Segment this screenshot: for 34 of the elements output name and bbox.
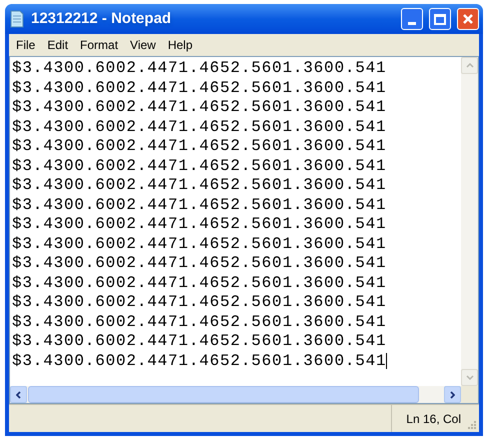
close-button[interactable] [457, 8, 479, 30]
minimize-icon [408, 22, 416, 25]
menu-item[interactable]: File [10, 36, 42, 54]
text-line: $3.4300.6002.4471.4652.5601.3600.541 [12, 293, 386, 312]
text-line: $3.4300.6002.4471.4652.5601.3600.541 [12, 59, 386, 78]
scroll-right-button[interactable] [444, 386, 461, 403]
close-icon [462, 13, 474, 25]
text-line: $3.4300.6002.4471.4652.5601.3600.541 [12, 137, 386, 156]
text-line: $3.4300.6002.4471.4652.5601.3600.541 [12, 332, 386, 352]
minimize-button[interactable] [401, 8, 423, 30]
text-line: $3.4300.6002.4471.4652.5601.3600.541 [12, 274, 386, 293]
text-cursor [386, 353, 388, 370]
text-line: $3.4300.6002.4471.4652.5601.3600.541 [12, 78, 386, 98]
scroll-left-button[interactable] [10, 386, 27, 403]
notepad-icon [9, 10, 25, 28]
text-line: $3.4300.6002.4471.4652.5601.3600.541 [12, 156, 386, 176]
text-line: $3.4300.6002.4471.4652.5601.3600.541 [12, 215, 386, 234]
text-line: $3.4300.6002.4471.4652.5601.3600.541 [12, 176, 386, 196]
menu-item[interactable]: Edit [41, 36, 74, 54]
text-line: $3.4300.6002.4471.4652.5601.3600.541 [12, 118, 386, 137]
text-line: $3.4300.6002.4471.4652.5601.3600.541 [12, 352, 386, 371]
cursor-position: Ln 16, Col [391, 405, 467, 432]
text-line: $3.4300.6002.4471.4652.5601.3600.541 [12, 312, 386, 332]
window-title: 12312212 - Notepad [31, 8, 172, 29]
text-line: $3.4300.6002.4471.4652.5601.3600.541 [12, 234, 386, 254]
menu-item[interactable]: Format [74, 36, 124, 54]
text-line: $3.4300.6002.4471.4652.5601.3600.541 [12, 254, 386, 274]
maximize-button[interactable] [429, 8, 451, 30]
text-line: $3.4300.6002.4471.4652.5601.3600.541 [12, 196, 386, 215]
menu-item[interactable]: View [124, 36, 162, 54]
menu-item[interactable]: Help [162, 36, 199, 54]
text-line: $3.4300.6002.4471.4652.5601.3600.541 [12, 98, 386, 118]
maximize-icon [434, 14, 446, 24]
resize-grip-icon [467, 420, 477, 430]
